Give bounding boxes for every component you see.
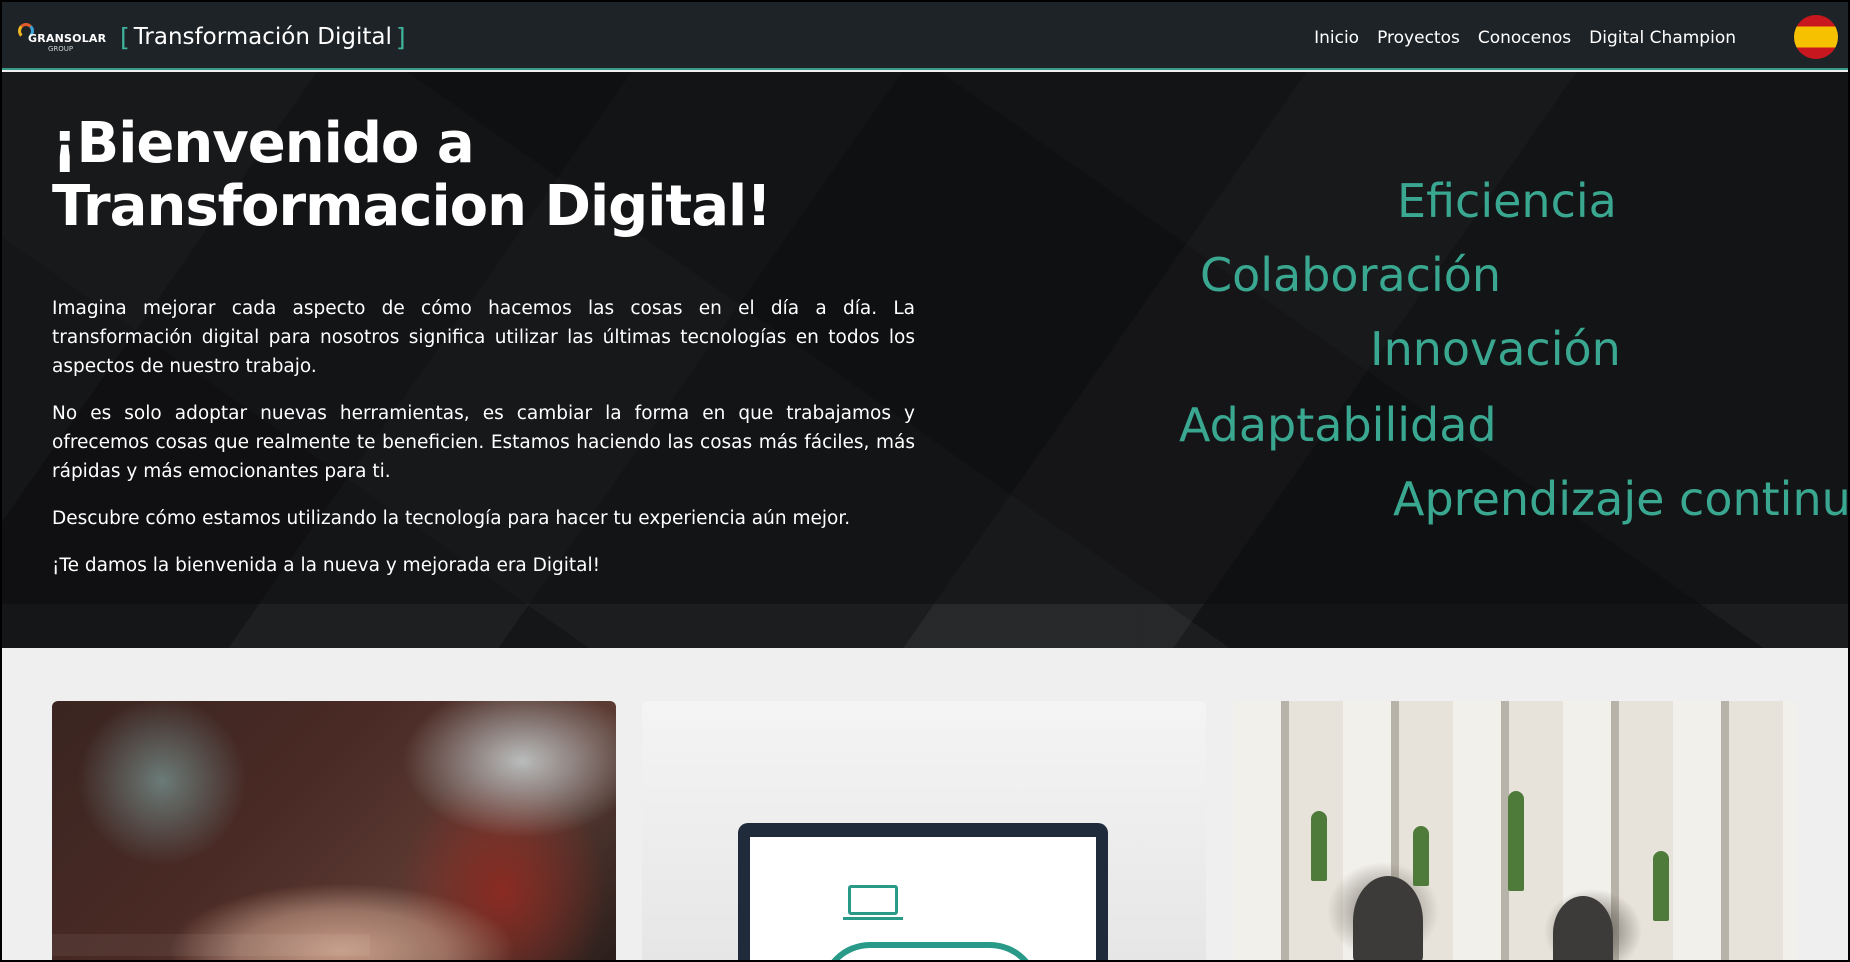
- browser-viewport: GRANSOLAR GROUP [ Transformación Digital…: [2, 2, 1848, 960]
- laptop-screen: [750, 837, 1096, 960]
- nav-link-digital-champion[interactable]: Digital Champion: [1589, 28, 1736, 48]
- hero-paragraph: Descubre cómo estamos utilizando la tecn…: [52, 508, 851, 529]
- hero-paragraph: No es solo adoptar nuevas herramientas, …: [52, 403, 915, 482]
- status-bar-hint: [10, 934, 370, 956]
- card-image-laptop-screen[interactable]: [642, 701, 1206, 960]
- hero-title: ¡Bienvenido a Transformacion Digital!: [52, 111, 772, 239]
- plant-image: [1311, 811, 1327, 881]
- company-logo[interactable]: GRANSOLAR GROUP: [16, 18, 107, 56]
- value-word-colaboracion: Colaboración: [1200, 248, 1502, 302]
- value-word-eficiencia: Eficiencia: [1397, 174, 1617, 228]
- navbar: GRANSOLAR GROUP [ Transformación Digital…: [2, 2, 1848, 70]
- nav-link-inicio[interactable]: Inicio: [1314, 28, 1359, 48]
- card-image-laptop-hands[interactable]: [52, 701, 616, 960]
- spain-flag-icon[interactable]: [1794, 15, 1838, 59]
- laptop-icon: [843, 885, 903, 920]
- person-image: [1553, 896, 1613, 960]
- site-brand[interactable]: [ Transformación Digital ]: [120, 22, 406, 52]
- nav-link-proyectos[interactable]: Proyectos: [1377, 28, 1460, 48]
- brand-bracket-close: ]: [395, 22, 406, 52]
- screen-graphic: [820, 942, 1040, 960]
- value-word-innovacion: Innovación: [1370, 322, 1621, 376]
- plant-image: [1653, 851, 1669, 921]
- cards-section: [2, 648, 1848, 960]
- main-nav: Inicio Proyectos Conocenos Digital Champ…: [1314, 24, 1736, 52]
- hero-description: Imagina mejorar cada aspecto de cómo hac…: [52, 294, 915, 598]
- hero-section: ¡Bienvenido a Transformacion Digital! Im…: [2, 72, 1848, 648]
- brand-title: Transformación Digital: [133, 24, 392, 50]
- laptop-illustration: [738, 823, 1108, 960]
- logo-subtext: GROUP: [48, 45, 74, 53]
- logo-text: GRANSOLAR: [28, 32, 107, 45]
- hero-paragraph: ¡Te damos la bienvenida a la nueva y mej…: [52, 555, 601, 576]
- plant-image: [1413, 826, 1429, 886]
- value-word-adaptabilidad: Adaptabilidad: [1179, 398, 1497, 452]
- brand-bracket-open: [: [120, 22, 130, 52]
- nav-link-conocenos[interactable]: Conocenos: [1478, 28, 1571, 48]
- hero-paragraph: Imagina mejorar cada aspecto de cómo hac…: [52, 298, 915, 377]
- person-image: [1353, 876, 1423, 960]
- card-image-office-meeting[interactable]: [1233, 701, 1797, 960]
- value-word-aprendizaje: Aprendizaje continuo: [1393, 472, 1848, 526]
- plant-image: [1508, 791, 1524, 891]
